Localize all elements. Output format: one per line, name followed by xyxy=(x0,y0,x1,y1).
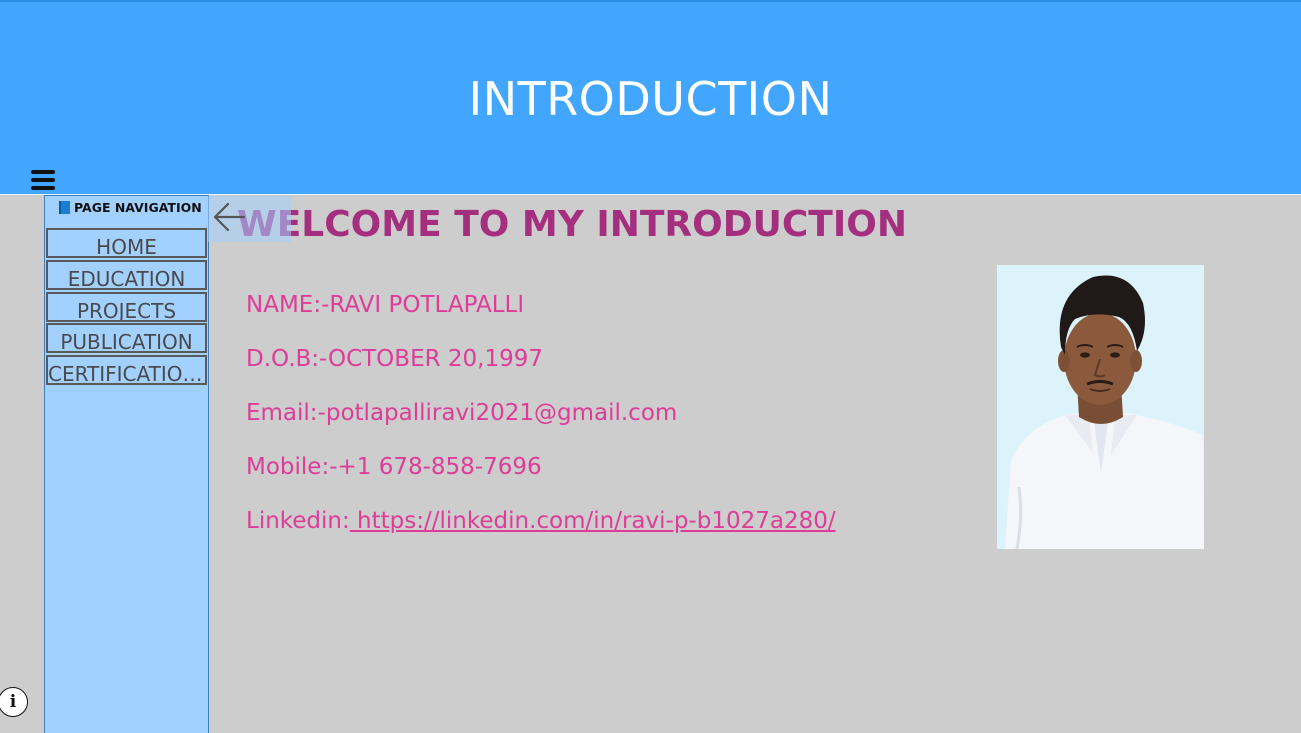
sidebar-title: PAGE NAVIGATION xyxy=(59,199,202,215)
book-icon xyxy=(59,200,70,214)
page-title: INTRODUCTION xyxy=(468,72,833,126)
name-text: NAME:-RAVI POTLAPALLI xyxy=(246,292,525,318)
sidebar-item-home[interactable]: HOME xyxy=(46,228,207,258)
hamburger-menu-icon[interactable] xyxy=(31,170,55,192)
email-text: Email:-potlapalliravi2021@gmail.com xyxy=(246,400,678,426)
linkedin-label: Linkedin: xyxy=(246,508,350,534)
arrow-left-icon xyxy=(213,202,246,232)
linkedin-row: Linkedin: https://linkedin.com/in/ravi-p… xyxy=(246,508,836,534)
profile-photo xyxy=(997,265,1204,549)
sidebar-navigation: PAGE NAVIGATION HOME EDUCATION PROJECTS … xyxy=(44,195,209,733)
collapse-sidebar-button[interactable] xyxy=(207,196,291,242)
sidebar-item-projects[interactable]: PROJECTS xyxy=(46,292,207,322)
mobile-text: Mobile:-+1 678-858-7696 xyxy=(246,454,542,480)
dob-text: D.O.B:-OCTOBER 20,1997 xyxy=(246,346,544,372)
sidebar-item-education[interactable]: EDUCATION xyxy=(46,260,207,290)
sidebar-item-certifications[interactable]: CERTIFICATIONS xyxy=(46,355,207,385)
welcome-heading: WELCOME TO MY INTRODUCTION xyxy=(237,204,907,245)
info-icon[interactable]: i xyxy=(0,687,28,717)
page-header: INTRODUCTION xyxy=(0,2,1301,195)
sidebar-title-label: PAGE NAVIGATION xyxy=(74,199,202,215)
sidebar-item-publication[interactable]: PUBLICATION xyxy=(46,323,207,353)
linkedin-link[interactable]: https://linkedin.com/in/ravi-p-b1027a280… xyxy=(350,508,836,534)
